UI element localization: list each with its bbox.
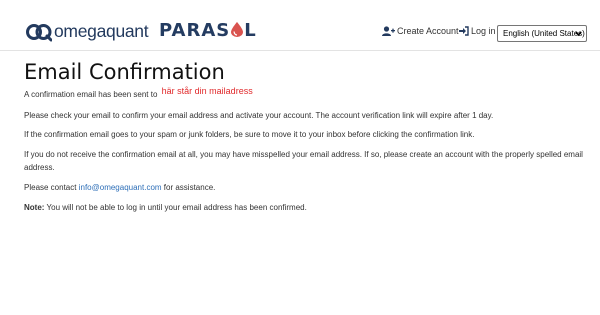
product-name-start: PARAS <box>159 20 231 41</box>
note-text: You will not be able to log in until you… <box>46 203 307 212</box>
login-label: Log in <box>471 26 496 36</box>
product-name-end: L <box>244 20 257 41</box>
chevron-down-icon <box>575 31 582 37</box>
spam-paragraph: If the confirmation email goes to your s… <box>24 130 475 139</box>
contact-email-link[interactable]: info@omegaquant.com <box>79 183 162 192</box>
sign-in-icon <box>459 26 469 36</box>
sent-to-line: A confirmation email has been sent to hä… <box>24 86 584 101</box>
sent-to-email: här står din mailadress <box>161 86 253 96</box>
user-plus-icon <box>382 26 395 36</box>
create-account-link[interactable]: Create Account <box>382 26 459 36</box>
omegaquant-logo-icon <box>26 24 52 42</box>
check-email-paragraph: Please check your email to confirm your … <box>24 111 494 120</box>
login-link[interactable]: Log in <box>459 26 496 36</box>
parasol-logo[interactable]: PARAS L <box>159 20 257 42</box>
brand-name: omegaquant <box>54 21 149 41</box>
language-select[interactable]: English (United States) <box>497 25 587 42</box>
not-received-paragraph: If you do not receive the confirmation e… <box>24 150 583 172</box>
contact-suffix: for assistance. <box>163 183 216 192</box>
note-paragraph: Note: You will not be able to log in unt… <box>24 201 584 214</box>
note-label: Note: <box>24 203 45 212</box>
page-title: Email Confirmation <box>24 60 225 84</box>
sent-to-prefix: A confirmation email has been sent to <box>24 90 158 99</box>
drop-icon <box>231 22 244 37</box>
contact-prefix: Please contact <box>24 183 77 192</box>
top-navbar: omegaquant PARAS L Create Account Log in … <box>0 0 600 51</box>
language-select-value: English (United States) <box>503 29 585 38</box>
create-account-label: Create Account <box>397 26 459 36</box>
contact-paragraph: Please contact info@omegaquant.com for a… <box>24 181 584 194</box>
